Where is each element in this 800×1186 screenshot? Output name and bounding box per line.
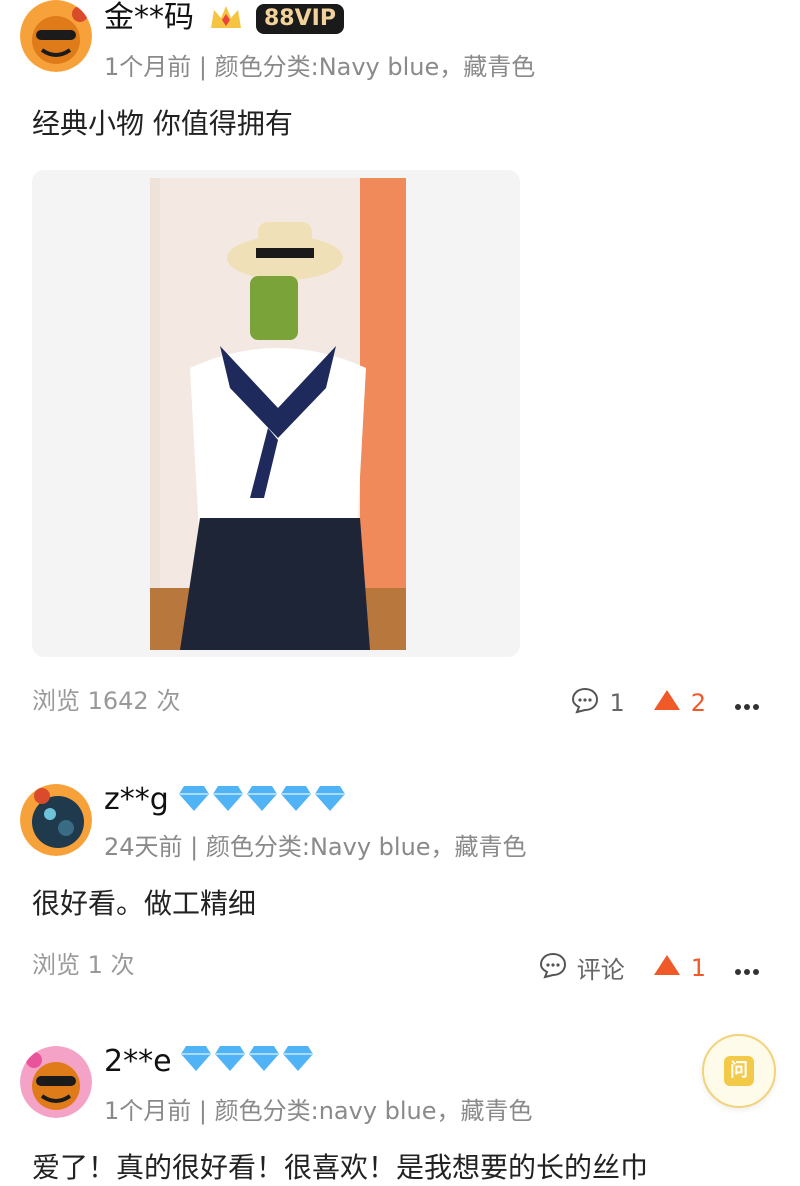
more-icon — [734, 954, 760, 982]
review-content: 经典小物 你值得拥有 — [32, 107, 293, 140]
diamond-icon — [212, 784, 244, 816]
diamond-icon — [178, 784, 210, 816]
diamond-icon — [180, 1044, 212, 1076]
comment-label: 评论 — [576, 956, 625, 984]
review-item: z**g 24天前 | 颜色分类:Navy blue，藏青色 很好看。做工精细 … — [0, 780, 800, 1010]
action-bar: 评论 1 — [511, 950, 760, 985]
review-meta: 1个月前 | 颜色分类:navy blue，藏青色 — [104, 1097, 533, 1125]
review-item: 金**码 88VIP 1个月前 | 颜色分类:Navy blue，藏青色 经典小… — [0, 0, 800, 740]
comment-button[interactable]: 评论 — [539, 950, 625, 985]
diamond-badges — [180, 1044, 314, 1076]
like-button[interactable]: 2 — [653, 688, 706, 718]
comment-icon — [571, 686, 599, 720]
more-icon — [734, 689, 760, 717]
like-button[interactable]: 1 — [653, 953, 706, 983]
avatar[interactable] — [20, 784, 92, 856]
avatar[interactable] — [20, 0, 92, 72]
review-item: 2**e 1个月前 | 颜色分类:navy blue，藏青色 爱了！真的很好看！… — [0, 1044, 800, 1185]
thumb-up-icon — [653, 953, 681, 983]
diamond-icon — [246, 784, 278, 816]
vip-badge: 88VIP — [256, 4, 344, 34]
question-icon: 问 — [724, 1056, 754, 1086]
comment-count: 1 — [609, 689, 625, 717]
more-button[interactable] — [734, 954, 760, 982]
review-content: 爱了！真的很好看！很喜欢！是我想要的长的丝巾 — [32, 1151, 649, 1184]
diamond-icon — [214, 1044, 246, 1076]
review-content: 很好看。做工精细 — [32, 887, 257, 920]
view-count: 浏览 1642 次 — [32, 687, 181, 715]
username[interactable]: 金**码 — [104, 0, 194, 36]
more-button[interactable] — [734, 689, 760, 717]
badge-group: 88VIP — [208, 2, 344, 36]
thumb-up-icon — [653, 688, 681, 718]
action-bar: 1 2 — [543, 686, 760, 720]
diamond-icon — [282, 1044, 314, 1076]
username[interactable]: 2**e — [104, 1044, 172, 1080]
view-count: 浏览 1 次 — [32, 951, 135, 979]
like-count: 1 — [690, 953, 706, 982]
crown-icon — [208, 2, 244, 36]
ask-question-button[interactable]: 问 — [702, 1034, 776, 1108]
diamond-icon — [314, 784, 346, 816]
username[interactable]: z**g — [104, 782, 169, 818]
diamond-icon — [280, 784, 312, 816]
like-count: 2 — [690, 689, 706, 717]
diamond-badges — [178, 784, 346, 816]
diamond-icon — [248, 1044, 280, 1076]
review-meta: 1个月前 | 颜色分类:Navy blue，藏青色 — [104, 53, 536, 81]
avatar[interactable] — [20, 1046, 92, 1118]
comment-icon — [539, 951, 567, 985]
comment-button[interactable]: 1 — [571, 686, 625, 720]
review-photo[interactable] — [150, 178, 406, 650]
review-meta: 24天前 | 颜色分类:Navy blue，藏青色 — [104, 833, 527, 861]
